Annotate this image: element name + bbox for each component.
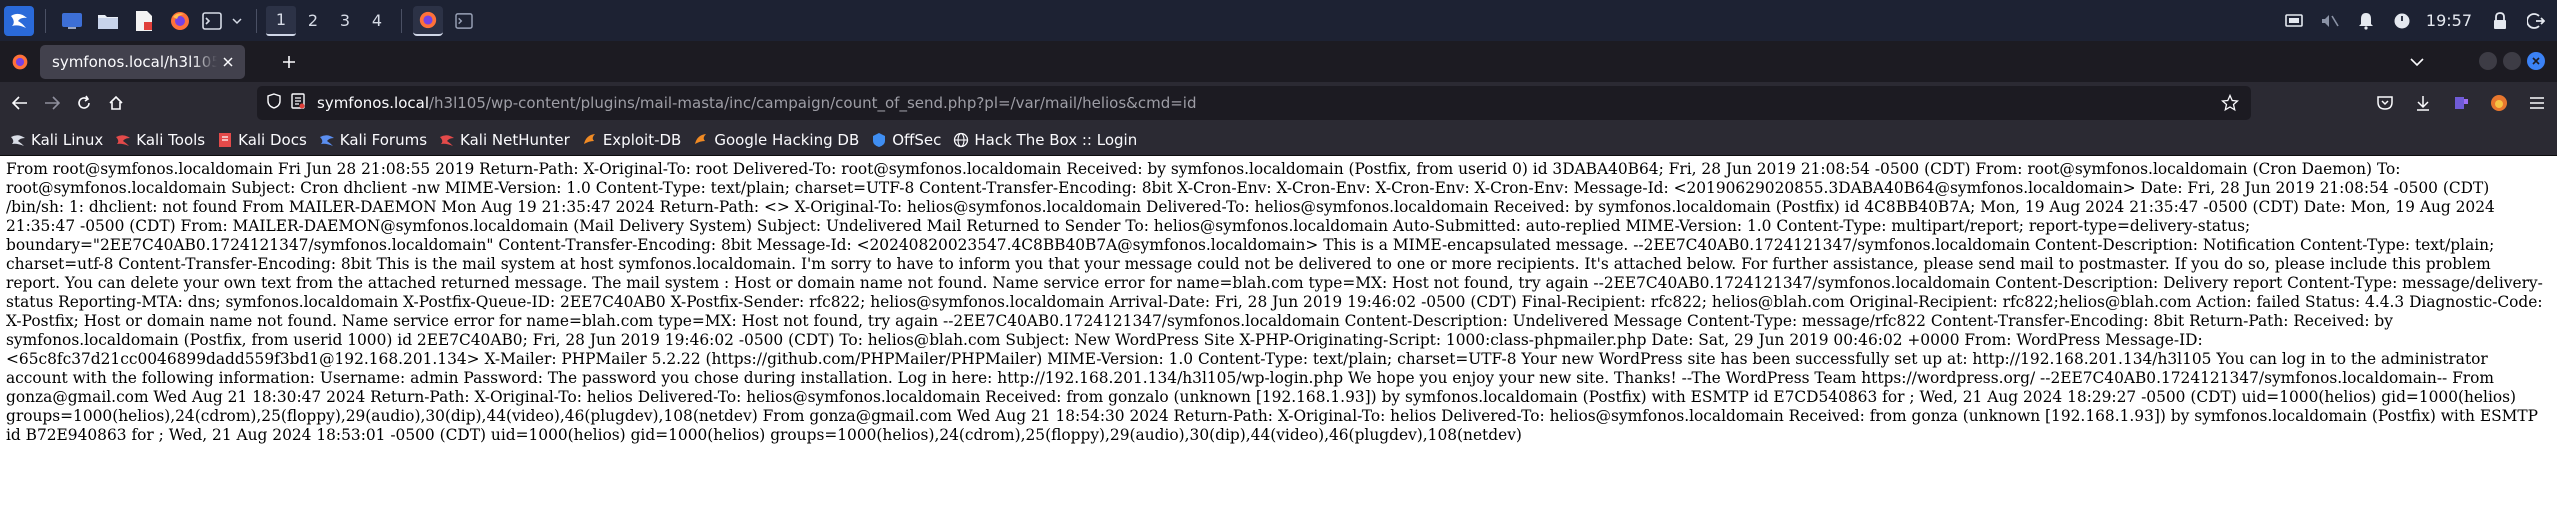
active-tab[interactable]: symfonos.local/h3l105/wp-content/plugins… — [40, 45, 245, 79]
bookmark-kali-nethunter[interactable]: Kali NetHunter — [439, 131, 570, 149]
workspace-2[interactable]: 2 — [298, 6, 328, 36]
desktop-icon[interactable] — [57, 6, 87, 36]
bookmark-label: Kali NetHunter — [460, 130, 570, 149]
url-text[interactable]: symfonos.local/h3l105/wp-content/plugins… — [317, 94, 1197, 112]
bookmark-label: OffSec — [892, 130, 942, 149]
firefox-window-icon[interactable] — [413, 5, 443, 36]
kali-docs-icon — [217, 132, 233, 148]
bookmarks-toolbar: Kali Linux Kali Tools Kali Docs Kali For… — [0, 124, 2557, 156]
bookmark-star-icon[interactable] — [2220, 93, 2240, 112]
bookmark-label: Kali Docs — [238, 130, 307, 149]
workspace-3[interactable]: 3 — [330, 6, 360, 36]
navigation-toolbar: symfonos.local/h3l105/wp-content/plugins… — [0, 82, 2557, 124]
text-editor-icon[interactable] — [129, 6, 159, 36]
bookmark-exploit-db[interactable]: Exploit-DB — [582, 130, 682, 149]
bookmark-kali-tools[interactable]: Kali Tools — [115, 131, 205, 149]
bookmark-label: Kali Forums — [339, 130, 428, 149]
power-icon[interactable] — [2387, 6, 2417, 36]
firefox-icon[interactable] — [165, 6, 195, 36]
bookmark-label: Kali Linux — [31, 130, 104, 149]
maximize-button[interactable] — [2503, 52, 2521, 70]
mail-spool-output: From root@symfonos.localdomain Fri Jun 2… — [6, 160, 2543, 444]
minimize-button[interactable] — [2479, 52, 2497, 70]
chevron-down-icon[interactable] — [229, 6, 245, 36]
terminal-window-icon[interactable] — [449, 6, 479, 36]
app-menu-icon[interactable] — [2521, 87, 2553, 119]
logout-icon[interactable] — [2521, 6, 2551, 36]
list-all-tabs-icon[interactable] — [2404, 49, 2430, 75]
kali-tools-icon — [115, 132, 131, 148]
browser-tab-strip: symfonos.local/h3l105/wp-content/plugins… — [0, 41, 2557, 82]
address-bar[interactable]: symfonos.local/h3l105/wp-content/plugins… — [257, 86, 2251, 120]
bookmark-kali-forums[interactable]: Kali Forums — [319, 131, 427, 149]
shield-icon[interactable] — [267, 93, 281, 113]
pocket-icon[interactable] — [2369, 87, 2401, 119]
notification-bell-icon[interactable] — [2351, 6, 2381, 36]
bookmark-offsec[interactable]: OffSec — [871, 131, 941, 149]
ghdb-icon — [693, 132, 709, 148]
kali-forums-icon — [319, 132, 335, 148]
close-tab-icon[interactable] — [219, 53, 237, 71]
home-button[interactable] — [100, 87, 132, 119]
bookmark-label: Exploit-DB — [602, 130, 682, 149]
forward-button[interactable] — [36, 87, 68, 119]
kali-icon — [10, 132, 26, 148]
reload-button[interactable] — [68, 87, 100, 119]
bookmark-google-hacking-db[interactable]: Google Hacking DB — [693, 131, 859, 149]
bookmark-label: Hack The Box :: Login — [974, 130, 1138, 149]
bookmark-kali-linux[interactable]: Kali Linux — [10, 131, 103, 149]
offsec-icon — [871, 132, 887, 148]
bookmark-label: Kali Tools — [136, 130, 206, 149]
firefox-view-icon[interactable] — [2, 44, 38, 80]
foxyproxy-icon[interactable] — [2483, 87, 2515, 119]
extension-icon[interactable] — [2445, 87, 2477, 119]
url-path: /h3l105/wp-content/plugins/mail-masta/in… — [428, 94, 1197, 112]
page-info-icon[interactable] — [291, 93, 305, 113]
bookmark-hack-the-box[interactable]: Hack The Box :: Login — [953, 131, 1137, 149]
volume-muted-icon[interactable] — [2315, 6, 2345, 36]
tab-title: symfonos.local/h3l105/wp-content/plugins… — [52, 53, 217, 71]
close-window-button[interactable] — [2527, 52, 2545, 70]
workspace-4[interactable]: 4 — [362, 6, 392, 36]
nethunter-icon — [439, 132, 455, 148]
file-manager-icon[interactable] — [93, 6, 123, 36]
bookmark-kali-docs[interactable]: Kali Docs — [217, 131, 307, 149]
back-button[interactable] — [4, 87, 36, 119]
screen-icon[interactable] — [2279, 6, 2309, 36]
bookmark-label: Google Hacking DB — [714, 130, 860, 149]
terminal-icon[interactable] — [201, 6, 223, 36]
lock-icon[interactable] — [2485, 6, 2515, 36]
workspace-1[interactable]: 1 — [266, 5, 296, 36]
exploit-db-icon — [582, 132, 598, 148]
new-tab-button[interactable] — [276, 49, 302, 75]
url-host: symfonos.local — [317, 94, 429, 112]
downloads-icon[interactable] — [2407, 87, 2439, 119]
globe-icon — [953, 132, 969, 148]
desktop-taskbar: 1 2 3 4 19:57 — [0, 0, 2557, 41]
page-content: From root@symfonos.localdomain Fri Jun 2… — [0, 156, 2557, 531]
kali-menu-icon[interactable] — [4, 5, 34, 36]
clock: 19:57 — [2425, 11, 2472, 30]
